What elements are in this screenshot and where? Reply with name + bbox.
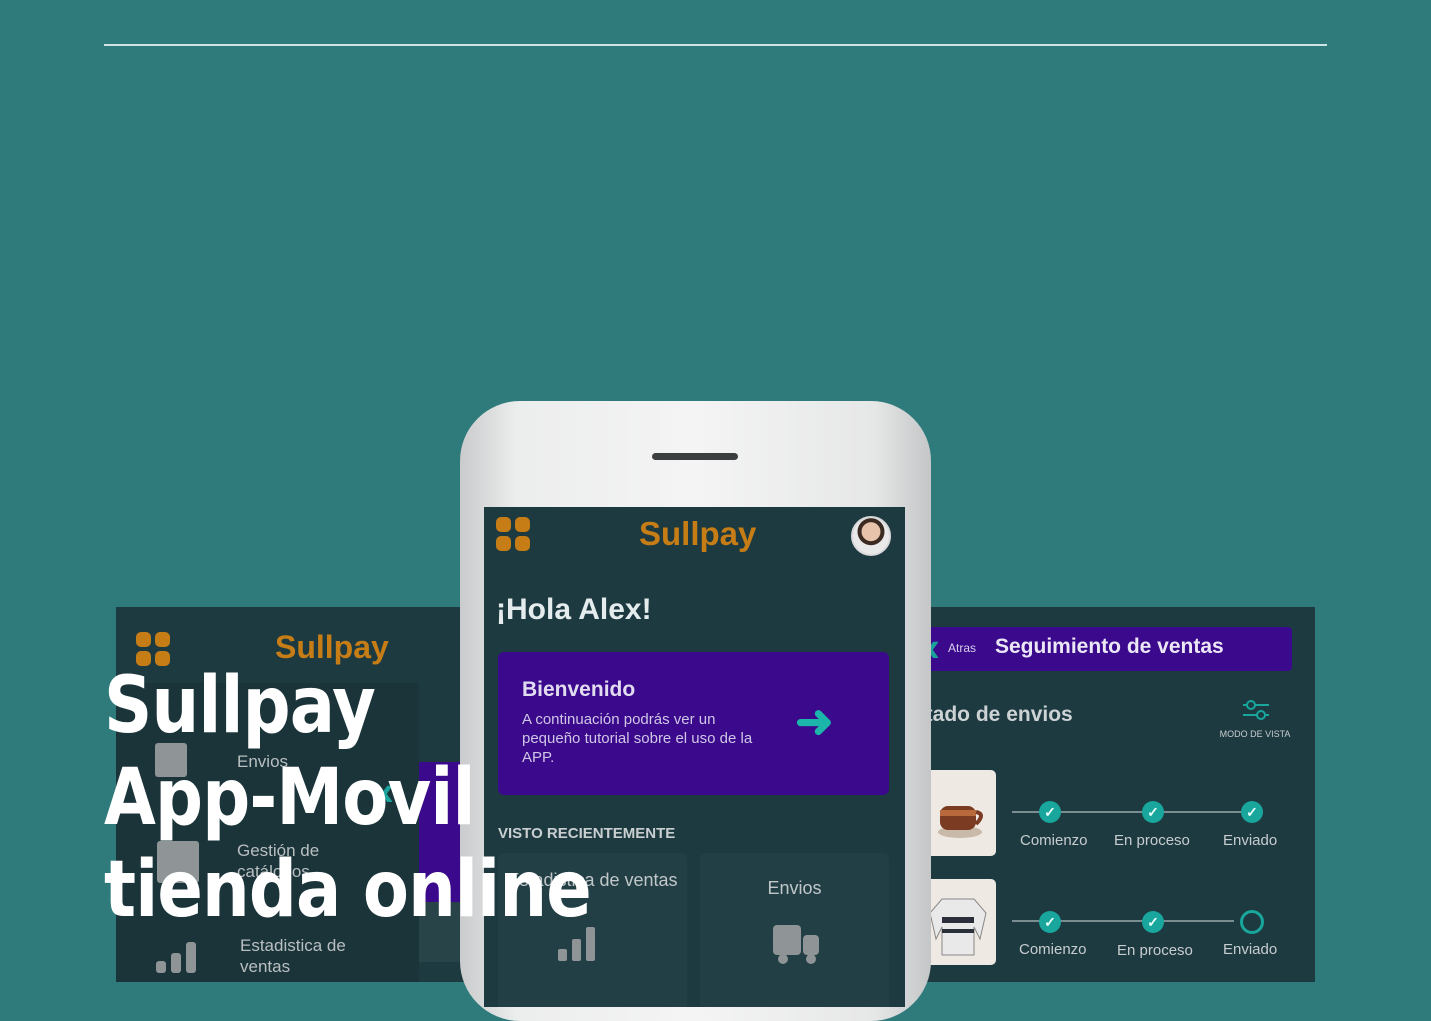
page-title: Seguimiento de ventas xyxy=(995,635,1224,658)
hero-headline: Sullpay App-Movil tienda online xyxy=(104,660,592,936)
recent-card-label: Envios xyxy=(767,878,822,898)
step-label: Enviado xyxy=(1223,832,1278,849)
step-label: Comienzo xyxy=(1019,941,1087,958)
pending-circle-icon xyxy=(1240,910,1264,934)
headline-line: tienda online xyxy=(104,845,592,935)
view-mode-label[interactable]: MODO DE VISTA xyxy=(1214,729,1296,739)
recent-card-envios[interactable]: Envios xyxy=(700,853,889,1007)
arrow-right-icon[interactable]: ➜ xyxy=(795,694,834,748)
check-circle-icon: ✓ xyxy=(1142,801,1164,823)
check-circle-icon: ✓ xyxy=(1039,801,1061,823)
check-circle-icon: ✓ xyxy=(1039,911,1061,933)
product-image-mug xyxy=(924,770,996,856)
apps-grid-icon[interactable] xyxy=(496,517,530,551)
product-image-sweater xyxy=(924,879,996,965)
section-title: Estado de envios xyxy=(924,703,1073,726)
step-label: En proceso xyxy=(1117,942,1193,959)
truck-icon xyxy=(773,925,819,964)
top-divider xyxy=(104,44,1327,46)
greeting: ¡Hola Alex! xyxy=(496,593,652,626)
phone-speaker xyxy=(652,453,738,460)
headline-line: Sullpay xyxy=(104,661,376,751)
bar-chart-icon xyxy=(156,939,202,973)
filter-sliders-icon[interactable] xyxy=(1242,699,1270,721)
step-label: Enviado xyxy=(1223,941,1278,958)
step-label: En proceso xyxy=(1114,832,1190,849)
avatar[interactable] xyxy=(851,516,891,556)
back-button[interactable]: Atras xyxy=(948,641,976,655)
right-app-screen: ‹ Atras Seguimiento de ventas Estado de … xyxy=(924,607,1315,982)
headline-line: App-Movil xyxy=(104,753,475,843)
step-label: Comienzo xyxy=(1020,832,1088,849)
brand-logo: Sullpay xyxy=(639,515,757,552)
menu-item-label: Estadistica de ventas xyxy=(240,936,346,976)
check-circle-icon: ✓ xyxy=(1241,801,1263,823)
check-circle-icon: ✓ xyxy=(1142,911,1164,933)
